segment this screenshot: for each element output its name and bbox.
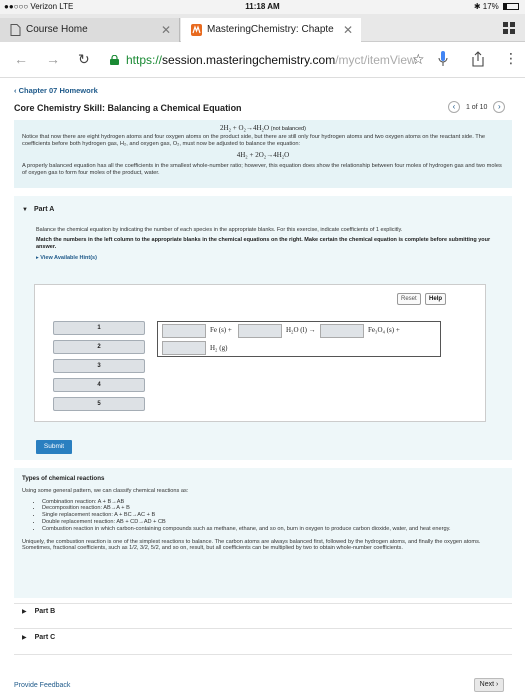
blank-fe[interactable]: [162, 324, 206, 338]
tab-label: Course Home: [26, 24, 88, 35]
blank-fe3o4[interactable]: [320, 324, 364, 338]
divider: [14, 654, 512, 655]
species-fe3o4: Fe₃O₄ (s) +: [368, 326, 400, 334]
species-fe: Fe (s) +: [210, 326, 232, 334]
reaction-list: Combination reaction: A + B→AB Decomposi…: [42, 499, 504, 533]
species-h2: H₂ (g): [210, 344, 228, 352]
species-h2o: H₂O (l) →: [286, 326, 316, 334]
prev-page-button[interactable]: ‹: [448, 101, 460, 113]
reaction-types-panel: Types of chemical reactions Using some g…: [14, 468, 512, 598]
coefficient-tile-3[interactable]: 3: [53, 359, 145, 373]
blank-h2[interactable]: [162, 341, 206, 355]
battery-icon: [503, 3, 519, 10]
address-bar: ← → ↻ https://session.masteringchemistry…: [0, 42, 525, 78]
instructions-bold: Match the numbers in the left column to …: [36, 237, 491, 250]
bookmark-star-icon[interactable]: ☆: [412, 51, 425, 68]
divider: [14, 603, 512, 604]
next-label: Next: [479, 681, 495, 688]
instructions-text: Balance the chemical equation by indicat…: [36, 227, 403, 233]
part-a-header[interactable]: ▼ Part A: [22, 206, 54, 213]
provide-feedback-link[interactable]: Provide Feedback: [14, 682, 70, 689]
breadcrumb-label: Chapter 07 Homework: [18, 86, 98, 95]
divider: [14, 628, 512, 629]
coefficient-tile-2[interactable]: 2: [53, 340, 145, 354]
part-a-label: Part A: [33, 206, 55, 213]
tab-course-home[interactable]: Course Home ✕: [0, 18, 180, 42]
close-icon[interactable]: ✕: [343, 18, 353, 42]
drag-drop-workspace: Reset Help 1 2 3 4 5 Fe (s) + H₂O (l) → …: [34, 284, 486, 422]
blank-h2o[interactable]: [238, 324, 282, 338]
pager-label: 1 of 10: [465, 103, 488, 111]
page-icon: [10, 24, 21, 36]
view-hints-link[interactable]: ▸ View Available Hint(s): [36, 255, 506, 262]
tab-switcher-icon[interactable]: [503, 22, 515, 34]
forward-icon[interactable]: →: [46, 51, 60, 67]
equation-note: (not balanced): [270, 126, 306, 132]
part-b-label: Part B: [34, 608, 56, 615]
list-item: Combustion reaction in which carbon-cont…: [42, 526, 504, 533]
tab-label: MasteringChemistry: Chapte: [207, 24, 334, 35]
bluetooth-icon: ✱: [473, 2, 481, 11]
list-item: Combination reaction: A + B→AB: [42, 499, 504, 506]
equation-dropzone: Fe (s) + H₂O (l) → Fe₃O₄ (s) + H₂ (g): [157, 321, 441, 357]
part-c-header[interactable]: ▶ Part C: [14, 634, 512, 656]
submit-button[interactable]: Submit: [36, 440, 72, 454]
battery-percent: 17%: [482, 2, 499, 11]
close-icon[interactable]: ✕: [161, 18, 171, 42]
clock: 11:18 AM: [245, 2, 280, 11]
url-path: /myct/itemView: [335, 53, 416, 67]
tab-strip: Course Home ✕ MasteringChemistry: Chapte…: [0, 14, 525, 42]
intro-panel: 2H₂ + O₂→4H₂O (not balanced) Notice that…: [14, 120, 512, 188]
part-b-header[interactable]: ▶ Part B: [14, 608, 512, 630]
list-item: Single replacement reaction: A + BC→AC +…: [42, 512, 504, 519]
breadcrumb[interactable]: ‹ Chapter 07 Homework: [14, 86, 98, 95]
list-item: Decomposition reaction: AB→A + B: [42, 505, 504, 512]
part-a-instructions: Balance the chemical equation by indicat…: [36, 227, 506, 262]
part-c-label: Part C: [34, 634, 56, 641]
more-menu-icon[interactable]: ⋮: [504, 50, 518, 67]
coefficient-tile-4[interactable]: 4: [53, 378, 145, 392]
types-lead: Using some general pattern, we can class…: [22, 487, 189, 494]
types-closing: Uniquely, the combustion reaction is one…: [22, 538, 481, 552]
expand-triangle-icon: ▶: [22, 609, 27, 615]
next-button[interactable]: Next ›: [474, 678, 504, 692]
reload-icon[interactable]: ↻: [78, 51, 90, 68]
balanced-equation: 4H₂ + 2O₂→4H₂O: [236, 151, 290, 159]
pager: ‹ 1 of 10 ›: [448, 101, 506, 113]
intro-paragraph: Notice that now there are eight hydrogen…: [22, 134, 486, 147]
next-page-button[interactable]: ›: [493, 101, 506, 113]
tab-mastering-chemistry[interactable]: MasteringChemistry: Chapte ✕: [181, 18, 361, 42]
unbalanced-equation: 2H₂ + O₂→4H₂O (not balanced): [22, 124, 504, 134]
status-bar: ●●○○○ Verizon LTE 11:18 AM ✱ 17%: [0, 0, 525, 14]
intro-paragraph-2: A properly balanced equation has all the…: [22, 163, 502, 176]
url-host: session.masteringchemistry.com: [162, 53, 336, 67]
share-icon[interactable]: [472, 51, 484, 67]
coefficient-tile-5[interactable]: 5: [53, 397, 145, 411]
page-title: Core Chemistry Skill: Balancing a Chemic…: [14, 103, 242, 113]
hints-label: View Available Hint(s): [40, 255, 97, 261]
back-icon[interactable]: ←: [14, 51, 28, 67]
mastering-logo-icon: [191, 24, 202, 36]
equation-text: 2H₂ + O₂→4H₂O: [220, 124, 270, 132]
help-button[interactable]: Help: [425, 293, 447, 305]
battery-status: ✱ 17%: [474, 2, 519, 11]
types-heading: Types of chemical reactions: [22, 475, 105, 482]
reset-button[interactable]: Reset: [397, 293, 421, 305]
microphone-icon[interactable]: [438, 51, 448, 67]
coefficient-tile-1[interactable]: 1: [53, 321, 145, 335]
collapse-triangle-icon: ▼: [22, 207, 28, 213]
list-item: Double replacement reaction: AB + CD→AD …: [42, 519, 504, 526]
url-field[interactable]: https://session.masteringchemistry.com/m…: [108, 48, 450, 72]
lock-icon: [110, 55, 119, 65]
url-scheme: https://: [126, 53, 163, 67]
expand-triangle-icon: ▶: [22, 635, 27, 641]
